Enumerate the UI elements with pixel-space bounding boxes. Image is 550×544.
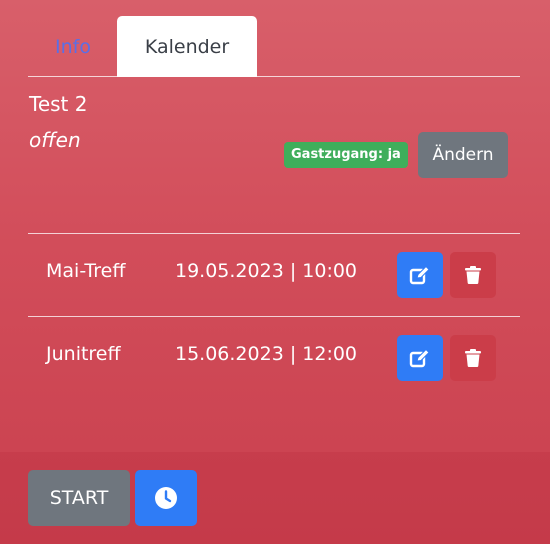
- edit-icon: [409, 265, 430, 285]
- event-card: Info Kalender Test 2 offen Gastzugang: j…: [0, 0, 550, 544]
- entry-name: Mai-Treff: [46, 260, 126, 282]
- edit-button[interactable]: [397, 335, 443, 381]
- tab-info[interactable]: Info: [38, 16, 108, 77]
- change-button[interactable]: Ändern: [418, 132, 508, 178]
- list-item: Junitreff 15.06.2023 | 12:00: [28, 316, 520, 399]
- event-status: offen: [29, 128, 81, 152]
- tab-bar: Info Kalender: [28, 16, 520, 77]
- delete-button[interactable]: [450, 252, 496, 298]
- entry-name: Junitreff: [46, 343, 121, 365]
- guest-access-badge: Gastzugang: ja: [284, 142, 408, 168]
- list-item: Mai-Treff 19.05.2023 | 10:00: [28, 233, 520, 316]
- edit-icon: [409, 348, 430, 368]
- delete-button[interactable]: [450, 335, 496, 381]
- calendar-list: Mai-Treff 19.05.2023 | 10:00 Junitreff 1…: [28, 233, 520, 399]
- entry-datetime: 19.05.2023 | 10:00: [175, 260, 358, 282]
- trash-icon: [465, 349, 481, 367]
- trash-icon: [465, 266, 481, 284]
- tab-kalender[interactable]: Kalender: [117, 16, 257, 77]
- clock-button[interactable]: [135, 470, 197, 526]
- entry-datetime: 15.06.2023 | 12:00: [175, 343, 358, 365]
- edit-button[interactable]: [397, 252, 443, 298]
- clock-icon: [155, 487, 177, 509]
- event-title: Test 2: [29, 92, 88, 116]
- start-button[interactable]: START: [28, 470, 130, 526]
